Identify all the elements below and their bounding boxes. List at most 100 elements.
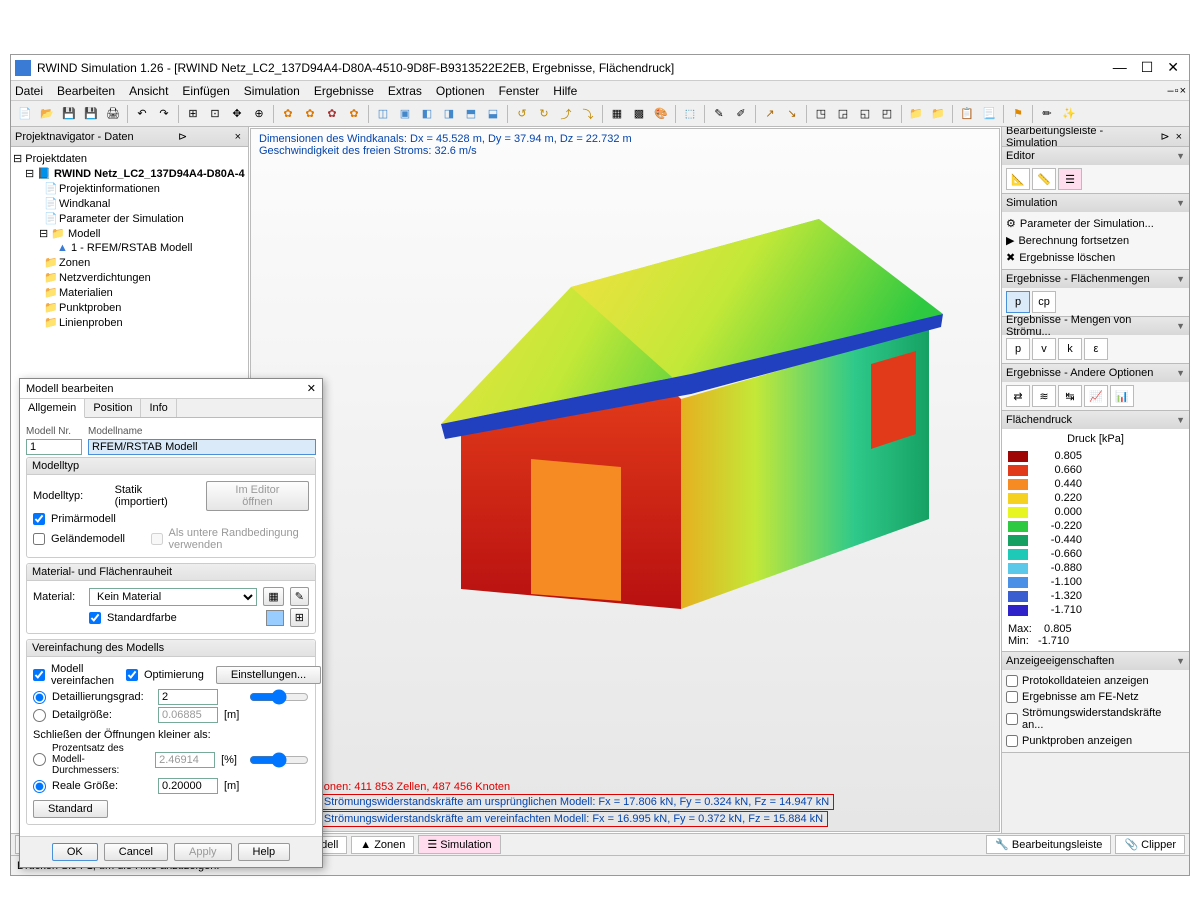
close-panel-icon[interactable]: × [1173,131,1185,143]
eps-button[interactable]: ε [1084,338,1108,360]
opt2-icon[interactable]: ≋ [1032,385,1056,407]
mat-btn1[interactable]: ▦ [263,587,283,606]
open-editor-button[interactable]: Im Editor öffnen [206,481,309,511]
brush-icon[interactable]: ✎ [709,104,729,124]
snap-icon[interactable]: ⊡ [205,104,225,124]
cube5-icon[interactable]: ⬒ [461,104,481,124]
saveas-icon[interactable]: 💾 [81,104,101,124]
color-swatch[interactable] [266,610,284,626]
sheet-icon[interactable]: 📋 [957,104,977,124]
pencil-icon[interactable]: ✏ [1037,104,1057,124]
mat-btn2[interactable]: ✎ [290,587,309,606]
sim-continue[interactable]: ▶ Berechnung fortsetzen [1006,232,1185,249]
menu-optionen[interactable]: Optionen [436,84,485,98]
gear4-icon[interactable]: ✿ [344,104,364,124]
close-icon[interactable]: ✕ [1167,59,1179,76]
box-icon[interactable]: ⬚ [680,104,700,124]
tree-folder[interactable]: 📁Punktproben [13,300,246,315]
flag-icon[interactable]: ⚑ [1008,104,1028,124]
target-icon[interactable]: ⊕ [249,104,269,124]
tree-folder[interactable]: 📁Netzverdichtungen [13,270,246,285]
cancel-button[interactable]: Cancel [104,843,168,861]
redo-icon[interactable]: ↷ [154,104,174,124]
settings-button[interactable]: Einstellungen... [216,666,321,684]
opt3-icon[interactable]: ↹ [1058,385,1082,407]
undo-icon[interactable]: ↶ [132,104,152,124]
detgrad-radio[interactable] [33,691,46,704]
v-button[interactable]: v [1032,338,1056,360]
pin-icon[interactable]: ⊳ [175,130,190,143]
cube1-icon[interactable]: ◫ [373,104,393,124]
editor-btn2[interactable]: 📏 [1032,168,1056,190]
color-icon[interactable]: 🎨 [651,104,671,124]
dlg-tab-position[interactable]: Position [85,399,141,417]
print-icon[interactable]: 🖨 [103,104,123,124]
cube2-icon[interactable]: ▣ [395,104,415,124]
menu-einfuegen[interactable]: Einfügen [182,84,229,98]
sheet2-icon[interactable]: 📃 [979,104,999,124]
rotu-icon[interactable]: ⤴ [556,104,576,124]
tree-item[interactable]: 📄Projektinformationen [13,181,246,196]
menu-bearbeiten[interactable]: Bearbeiten [57,84,115,98]
tree-rfem[interactable]: ▲ 1 - RFEM/RSTAB Modell [13,241,246,255]
rotl-icon[interactable]: ↺ [512,104,532,124]
tree-folder[interactable]: 📁Linienproben [13,315,246,330]
view2-icon[interactable]: ▩ [629,104,649,124]
anz-item[interactable]: Protokolldateien anzeigen [1006,673,1185,689]
rotd-icon[interactable]: ⤵ [578,104,598,124]
editor-btn1[interactable]: 📐 [1006,168,1030,190]
close-panel-icon[interactable]: × [232,131,244,143]
menu-ergebnisse[interactable]: Ergebnisse [314,84,374,98]
model-name-input[interactable] [88,439,316,455]
pct-slider[interactable] [249,752,309,768]
tab-clipper[interactable]: 📎 Clipper [1115,835,1185,854]
tree-folder[interactable]: 📁Zonen [13,255,246,270]
opt4-icon[interactable]: 📈 [1084,385,1108,407]
tree-item[interactable]: 📄Parameter der Simulation [13,211,246,226]
real-radio[interactable] [33,780,46,793]
apply-button[interactable]: Apply [174,843,232,861]
pct-input[interactable] [155,752,215,768]
cube4-icon[interactable]: ◨ [439,104,459,124]
view1-icon[interactable]: ▦ [607,104,627,124]
dlg-tab-allgemein[interactable]: Allgemein [20,399,85,418]
misc1-icon[interactable]: ◳ [811,104,831,124]
pct-radio[interactable] [33,753,46,766]
grid-icon[interactable]: ⊞ [183,104,203,124]
menu-simulation[interactable]: Simulation [244,84,300,98]
stdcolor-check[interactable] [89,612,101,624]
tree-modell[interactable]: ⊟ 📁 Modell [13,226,246,241]
folder-icon[interactable]: 📁 [906,104,926,124]
cube3-icon[interactable]: ◧ [417,104,437,124]
detgrad-slider[interactable] [249,689,309,705]
primary-model-check[interactable] [33,513,45,525]
arr1-icon[interactable]: ↗ [760,104,780,124]
simplify-check[interactable] [33,669,45,681]
gear3-icon[interactable]: ✿ [322,104,342,124]
gear2-icon[interactable]: ✿ [300,104,320,124]
optimize-check[interactable] [126,669,138,681]
pin-icon[interactable]: ⊳ [1157,130,1172,143]
tab-simulation[interactable]: ☰ Simulation [418,835,500,854]
arr2-icon[interactable]: ↘ [782,104,802,124]
detsize-input[interactable] [158,707,218,723]
cube6-icon[interactable]: ⬓ [483,104,503,124]
minimize-icon[interactable]: ― [1113,59,1127,76]
dlg-tab-info[interactable]: Info [141,399,176,417]
anz-item[interactable]: Punktproben anzeigen [1006,733,1185,749]
terrain-model-check[interactable] [33,533,45,545]
new-icon[interactable]: 📄 [15,104,35,124]
tree-item[interactable]: 📄Windkanal [13,196,246,211]
wand-icon[interactable]: ✨ [1059,104,1079,124]
menu-extras[interactable]: Extras [388,84,422,98]
menu-datei[interactable]: Datei [15,84,43,98]
tree-root[interactable]: ⊟ Projektdaten [13,151,246,166]
rotr-icon[interactable]: ↻ [534,104,554,124]
save-icon[interactable]: 💾 [59,104,79,124]
sim-clear[interactable]: ✖ Ergebnisse löschen [1006,249,1185,266]
detgrad-input[interactable] [158,689,218,705]
material-select[interactable]: Kein Material [89,588,257,606]
detsize-radio[interactable] [33,709,46,722]
menu-fenster[interactable]: Fenster [499,84,540,98]
misc3-icon[interactable]: ◱ [855,104,875,124]
